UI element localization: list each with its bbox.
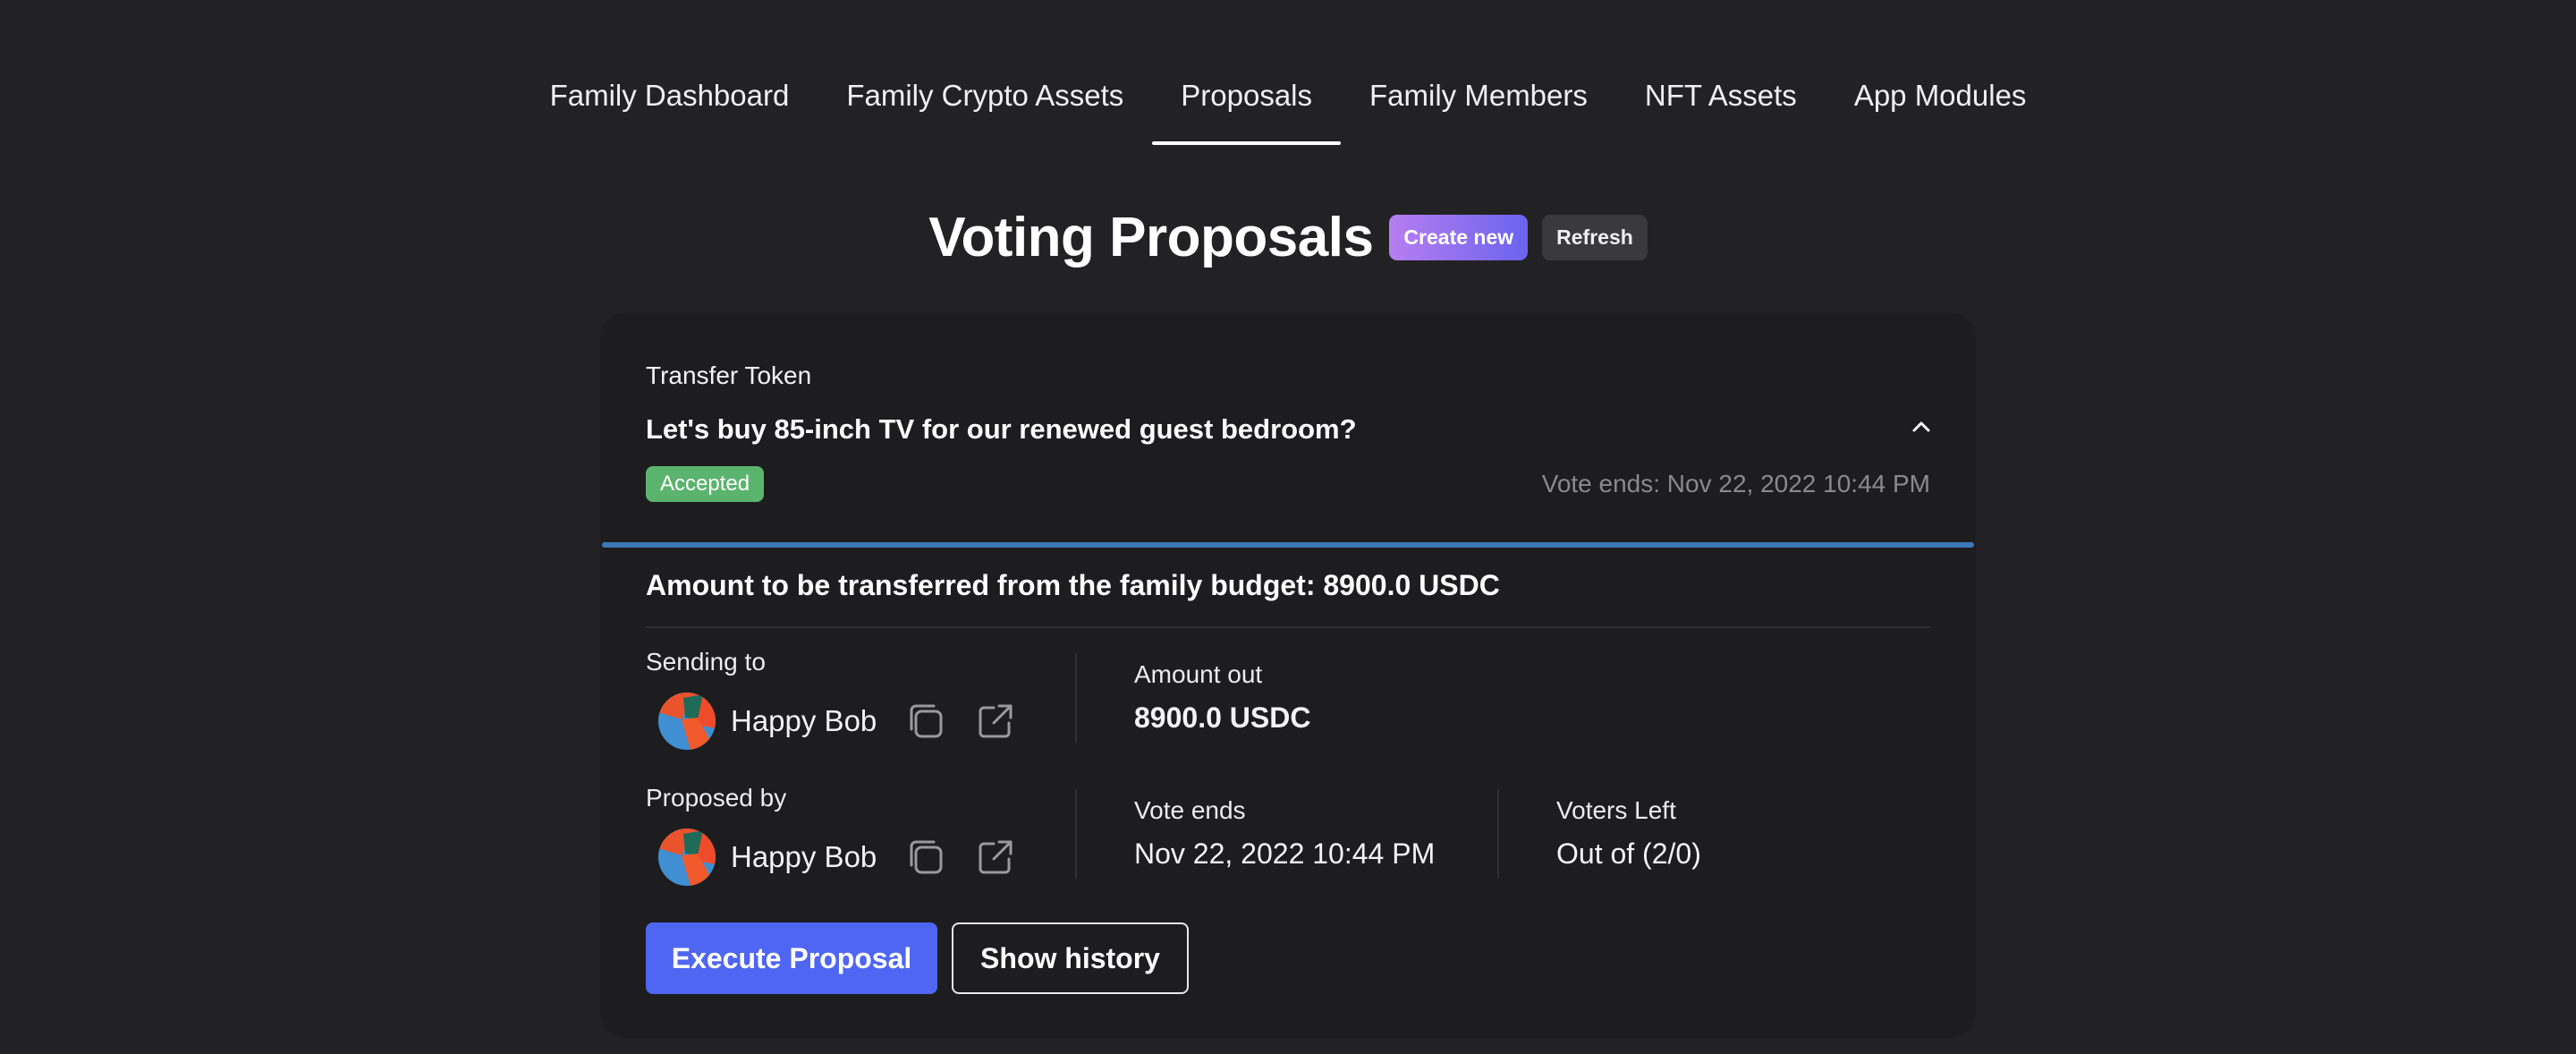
vote-ends-label: Vote ends xyxy=(1134,796,1246,824)
proposed-by-label: Proposed by xyxy=(646,784,787,812)
proposer-name: Happy Bob xyxy=(731,840,877,873)
proposed-by-member: Happy Bob xyxy=(658,829,877,886)
proposal-type: Transfer Token xyxy=(646,361,812,389)
nav-tab-family-crypto-assets[interactable]: Family Crypto Assets xyxy=(818,52,1152,145)
sending-to-label: Sending to xyxy=(646,648,766,676)
vote-progress-bar xyxy=(602,542,1974,548)
nav-tab-nft-assets[interactable]: NFT Assets xyxy=(1616,52,1826,145)
sending-to-recipient: Happy Bob xyxy=(658,693,877,750)
proposal-title: Let's buy 85-inch TV for our renewed gue… xyxy=(646,413,1357,445)
nav-tab-proposals[interactable]: Proposals xyxy=(1152,52,1341,145)
external-link-icon[interactable] xyxy=(974,700,1017,743)
vote-ends-value: Nov 22, 2022 10:44 PM xyxy=(1134,837,1436,870)
status-badge: Accepted xyxy=(646,466,765,502)
page-header: Voting Proposals Create new Refresh xyxy=(0,206,2576,269)
divider xyxy=(1075,789,1077,879)
nav-tab-family-dashboard[interactable]: Family Dashboard xyxy=(521,52,818,145)
vote-ends-summary: Vote ends: Nov 22, 2022 10:44 PM xyxy=(1541,470,1930,497)
copy-icon[interactable] xyxy=(904,836,947,879)
show-history-button[interactable]: Show history xyxy=(952,922,1189,994)
recipient-name: Happy Bob xyxy=(731,704,877,737)
avatar xyxy=(658,693,716,750)
refresh-button[interactable]: Refresh xyxy=(1542,215,1648,260)
top-nav: Family Dashboard Family Crypto Assets Pr… xyxy=(0,52,2576,145)
voters-left-label: Voters Left xyxy=(1556,796,1676,824)
amount-out-value: 8900.0 USDC xyxy=(1134,701,1311,734)
chevron-up-icon[interactable] xyxy=(1910,415,1933,438)
nav-tab-app-modules[interactable]: App Modules xyxy=(1826,52,2055,145)
avatar xyxy=(658,829,716,886)
execute-proposal-button[interactable]: Execute Proposal xyxy=(646,922,937,994)
create-new-button[interactable]: Create new xyxy=(1389,215,1529,260)
amount-out-label: Amount out xyxy=(1134,660,1263,688)
divider xyxy=(646,626,1930,628)
voters-left-value: Out of (2/0) xyxy=(1556,837,1701,870)
proposal-card-header[interactable]: Transfer Token Let's buy 85-inch TV for … xyxy=(600,313,1976,546)
page-title: Voting Proposals xyxy=(928,207,1374,268)
divider xyxy=(1075,653,1077,743)
divider xyxy=(1497,789,1499,879)
external-link-icon[interactable] xyxy=(974,836,1017,879)
amount-summary: Amount to be transferred from the family… xyxy=(646,569,1500,601)
proposal-card: Transfer Token Let's buy 85-inch TV for … xyxy=(600,313,1976,1038)
page: Family Dashboard Family Crypto Assets Pr… xyxy=(0,0,2576,1054)
copy-icon[interactable] xyxy=(904,700,947,743)
nav-tab-family-members[interactable]: Family Members xyxy=(1341,52,1616,145)
